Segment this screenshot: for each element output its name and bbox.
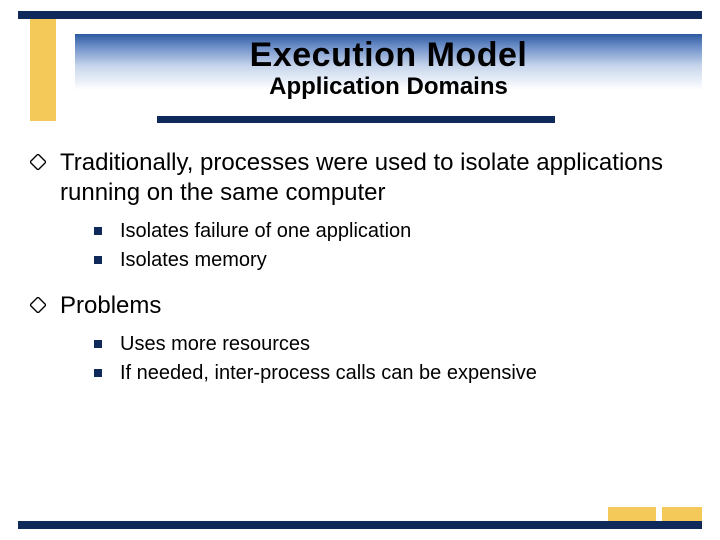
bullet-text: Problems [60, 291, 161, 321]
diamond-bullet-icon [30, 297, 46, 313]
sub-bullet-text: Isolates failure of one application [120, 218, 411, 244]
bullet-point: Problems [30, 291, 690, 321]
sub-bullet-point: Isolates failure of one application [94, 218, 690, 244]
top-yellow-accent [30, 19, 56, 121]
sub-bullet-point: Isolates memory [94, 247, 690, 273]
diamond-bullet-icon [30, 154, 46, 170]
sub-list: Isolates failure of one application Isol… [94, 218, 690, 273]
header-underline [157, 116, 555, 123]
square-bullet-icon [94, 369, 102, 377]
square-bullet-icon [94, 256, 102, 264]
content-area: Traditionally, processes were used to is… [30, 148, 690, 404]
bottom-border-bar [18, 521, 702, 529]
header-area: Execution Model Application Domains [75, 34, 702, 114]
sub-bullet-text: Isolates memory [120, 247, 267, 273]
sub-list: Uses more resources If needed, inter-pro… [94, 331, 690, 386]
square-bullet-icon [94, 227, 102, 235]
bullet-text: Traditionally, processes were used to is… [60, 148, 690, 208]
square-bullet-icon [94, 340, 102, 348]
slide-subtitle: Application Domains [75, 73, 702, 101]
bottom-yellow-accent-1 [608, 507, 656, 521]
sub-bullet-text: If needed, inter-process calls can be ex… [120, 360, 537, 386]
sub-bullet-point: Uses more resources [94, 331, 690, 357]
bullet-point: Traditionally, processes were used to is… [30, 148, 690, 208]
bottom-yellow-accent-2 [662, 507, 702, 521]
slide-title: Execution Model [75, 34, 702, 75]
sub-bullet-text: Uses more resources [120, 331, 310, 357]
top-border-bar [18, 11, 702, 19]
sub-bullet-point: If needed, inter-process calls can be ex… [94, 360, 690, 386]
